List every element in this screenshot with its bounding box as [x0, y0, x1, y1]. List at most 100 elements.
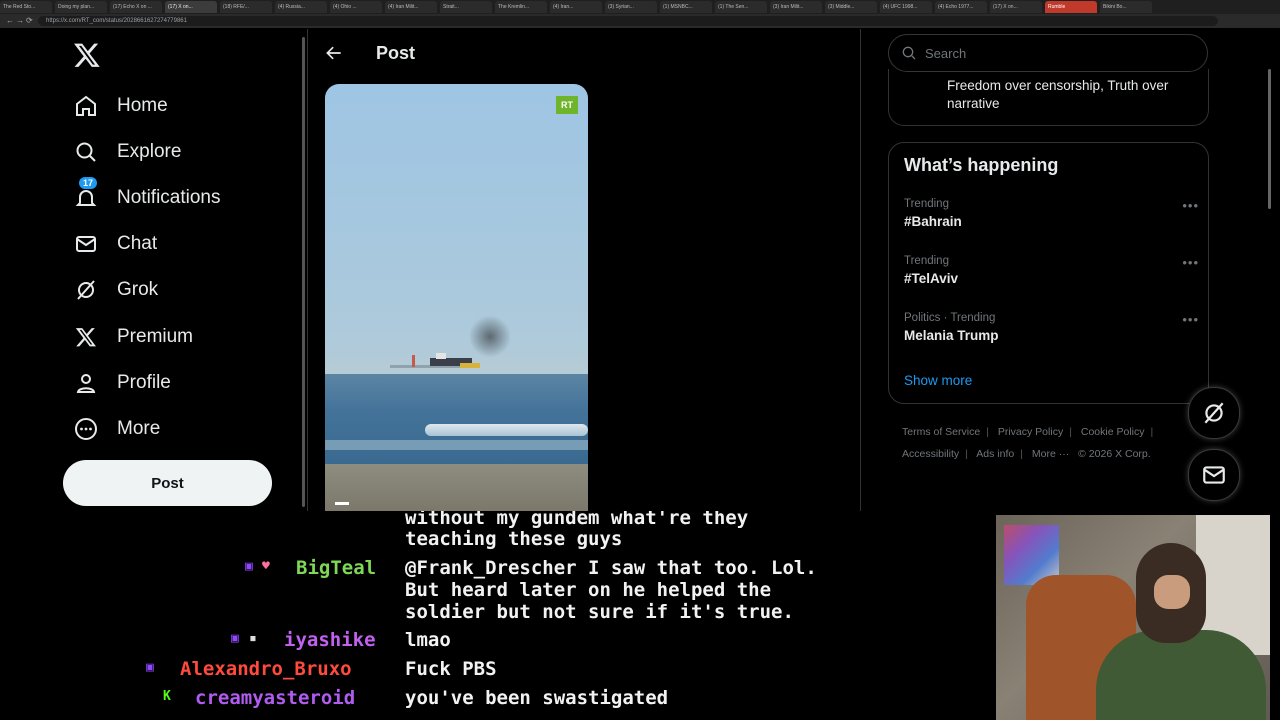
- video-ship: [390, 353, 480, 368]
- chat-message-text: @Frank_Drescher I saw that too. Lol.: [405, 557, 817, 579]
- browser-tab[interactable]: (17) Echo X on ...: [110, 1, 162, 13]
- bell-icon: 17: [73, 177, 99, 211]
- sidebar-item-label: Notifications: [117, 187, 221, 208]
- back-nav-icon[interactable]: ←: [6, 16, 14, 25]
- url-field[interactable]: https://x.com/RT_com/status/202866162727…: [38, 16, 1218, 26]
- chat-message-text: soldier but not sure if it's true.: [405, 601, 794, 623]
- sidebar-item-profile[interactable]: Profile: [73, 363, 171, 403]
- kick-icon: K: [163, 689, 171, 704]
- person-icon: [73, 370, 99, 396]
- search-input[interactable]: Search: [888, 34, 1208, 72]
- reload-icon[interactable]: ⟳: [26, 16, 33, 25]
- right-sidebar: Freedom over censorship, Truth over narr…: [888, 29, 1210, 511]
- trend-item[interactable]: Politics · Trending Melania Trump •••: [904, 312, 1199, 343]
- sidebar-item-notifications[interactable]: 17 Notifications: [73, 177, 221, 218]
- browser-address-bar: ← → ⟳ https://x.com/RT_com/status/202866…: [0, 14, 1280, 28]
- webcam-feed: [996, 515, 1270, 720]
- messages-fab-button[interactable]: [1188, 449, 1240, 501]
- browser-tab[interactable]: (4) Iran Milit...: [385, 1, 437, 13]
- sidebar-item-label: Home: [117, 95, 168, 116]
- browser-tab[interactable]: (1) MSNBC...: [660, 1, 712, 13]
- twitch-icon: ▣: [146, 660, 154, 675]
- sidebar-item-label: Explore: [117, 141, 182, 162]
- page-title: Post: [376, 43, 416, 63]
- left-sidebar: Home Explore 17 Notifications Chat Grok …: [9, 29, 305, 511]
- back-arrow-icon[interactable]: [324, 43, 344, 63]
- chat-username: iyashike: [284, 629, 376, 651]
- browser-tab[interactable]: (3) Iran Milit...: [770, 1, 822, 13]
- browser-tab[interactable]: (17) X on...: [165, 1, 217, 13]
- user-badge-icon: ▪: [249, 631, 257, 646]
- sidebar-item-label: Grok: [117, 279, 159, 300]
- browser-tab[interactable]: Strait...: [440, 1, 492, 13]
- mail-icon: [73, 231, 99, 257]
- webcam-face: [1154, 575, 1190, 609]
- mail-icon: [1203, 466, 1225, 484]
- search-icon: [902, 46, 916, 60]
- browser-tab[interactable]: (17) X on...: [990, 1, 1042, 13]
- browser-tab[interactable]: (3) Middle...: [825, 1, 877, 13]
- trend-name: Melania Trump: [904, 328, 999, 343]
- browser-tab[interactable]: (4) Echo 1977...: [935, 1, 987, 13]
- sidebar-scrollbar[interactable]: [302, 37, 305, 507]
- browser-tab[interactable]: (4) Ohio ...: [330, 1, 382, 13]
- x-premium-icon: [73, 324, 99, 350]
- video-progress-bar[interactable]: [335, 502, 349, 505]
- twitch-icon: ▣: [245, 559, 253, 574]
- chat-username: BigTeal: [296, 557, 377, 579]
- sidebar-item-home[interactable]: Home: [73, 86, 168, 126]
- sidebar-item-more[interactable]: More: [73, 409, 160, 449]
- webcam-streamer: [1096, 535, 1266, 720]
- footer-link-privacy[interactable]: Privacy Policy: [998, 426, 1063, 438]
- sidebar-item-grok[interactable]: Grok: [73, 270, 158, 310]
- video-shore-wave: [325, 440, 588, 450]
- footer-link-terms[interactable]: Terms of Service: [902, 426, 980, 438]
- forward-nav-icon[interactable]: →: [16, 16, 24, 25]
- sidebar-item-chat[interactable]: Chat: [73, 224, 157, 264]
- trend-meta: Trending: [904, 255, 949, 267]
- chat-message-text: But heard later on he helped the: [405, 579, 772, 601]
- grok-icon: [73, 277, 99, 303]
- browser-tab[interactable]: (3) Syrian...: [605, 1, 657, 13]
- x-logo-icon[interactable]: [73, 41, 101, 69]
- browser-tab[interactable]: (4) Iran...: [550, 1, 602, 13]
- trend-item[interactable]: Trending #TelAviv •••: [904, 255, 1199, 286]
- browser-tab[interactable]: Rumble: [1045, 1, 1097, 13]
- browser-tab[interactable]: (18) RFE/...: [220, 1, 272, 13]
- section-title: What’s happening: [904, 155, 1059, 175]
- trend-meta: Politics · Trending: [904, 312, 996, 324]
- whats-happening-card: What’s happening Trending #Bahrain ••• T…: [888, 142, 1209, 404]
- sidebar-item-label: Chat: [117, 233, 158, 254]
- more-options-icon[interactable]: •••: [1182, 255, 1199, 270]
- browser-tab[interactable]: The Red Sto...: [0, 1, 52, 13]
- grok-fab-button[interactable]: [1188, 387, 1240, 439]
- post-button[interactable]: Post: [63, 460, 272, 506]
- footer-link-more[interactable]: More ···: [1032, 448, 1069, 460]
- copyright: © 2026 X Corp.: [1078, 448, 1151, 460]
- page-scrollbar[interactable]: [1268, 69, 1271, 209]
- browser-tab[interactable]: (4) UFC 1998...: [880, 1, 932, 13]
- trend-item[interactable]: Trending #Bahrain •••: [904, 198, 1199, 229]
- notification-badge: 17: [79, 177, 98, 189]
- sidebar-item-label: Premium: [117, 326, 194, 347]
- more-options-icon[interactable]: •••: [1182, 312, 1199, 327]
- trend-name: #Bahrain: [904, 214, 962, 229]
- grok-icon: [1204, 402, 1224, 424]
- footer-link-cookie[interactable]: Cookie Policy: [1081, 426, 1145, 438]
- browser-tab[interactable]: The Kremlin...: [495, 1, 547, 13]
- more-circle-icon: [73, 416, 99, 442]
- video-wave: [425, 424, 588, 436]
- browser-tab[interactable]: Bikini Bo...: [1100, 1, 1152, 13]
- more-options-icon[interactable]: •••: [1182, 198, 1199, 213]
- footer-link-accessibility[interactable]: Accessibility: [902, 448, 959, 460]
- footer-link-ads[interactable]: Ads info: [976, 448, 1014, 460]
- browser-tab[interactable]: (1) The Sen...: [715, 1, 767, 13]
- video-player[interactable]: RT: [325, 84, 588, 511]
- show-more-link[interactable]: Show more: [904, 373, 972, 388]
- browser-tab[interactable]: (4) Russia...: [275, 1, 327, 13]
- sidebar-item-explore[interactable]: Explore: [73, 132, 181, 172]
- home-icon: [73, 93, 99, 119]
- search-icon: [73, 139, 99, 165]
- browser-tab[interactable]: Doing my plan...: [55, 1, 107, 13]
- sidebar-item-premium[interactable]: Premium: [73, 317, 193, 357]
